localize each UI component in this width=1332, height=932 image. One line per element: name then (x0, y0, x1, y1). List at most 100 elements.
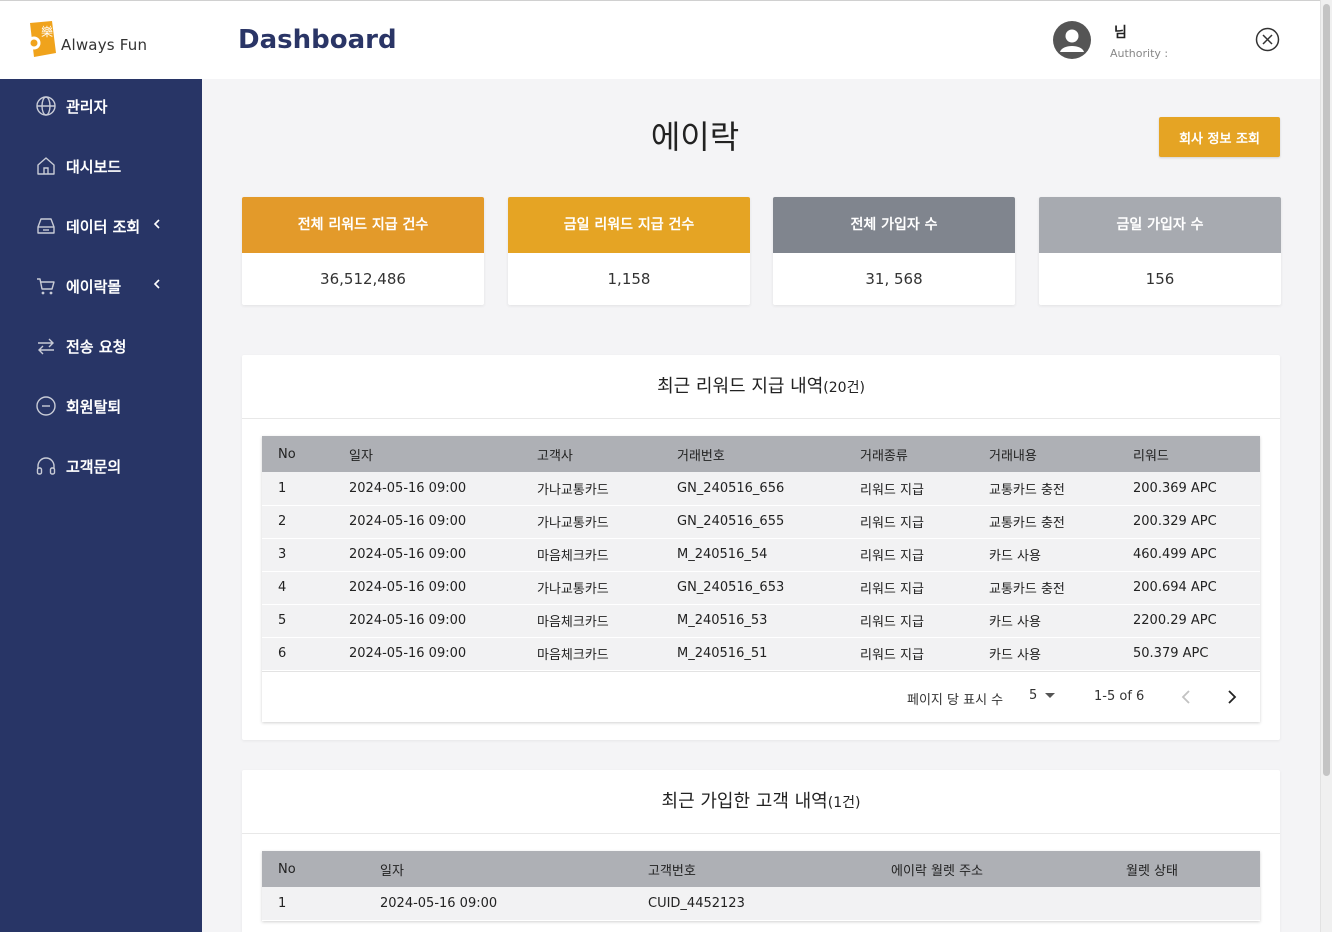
sidebar-item-label: 고객문의 (66, 458, 122, 476)
panel-title-count: (1건) (827, 795, 861, 811)
sidebar-item-inquiry[interactable]: 고객문의 (0, 445, 202, 485)
table-row[interactable]: 1 2024-05-16 09:00 가나교통카드 GN_240516_656 … (262, 472, 1260, 506)
next-page-button[interactable] (1223, 687, 1241, 707)
column-header[interactable]: 리워드 (1117, 436, 1260, 472)
table-cell: GN_240516_655 (661, 505, 844, 539)
table-cell: M_240516_51 (661, 637, 844, 671)
table-cell: 200.694 APC (1117, 571, 1260, 605)
table-cell: 가나교통카드 (521, 472, 661, 506)
table-cell: 교통카드 충전 (973, 571, 1117, 605)
table-cell: 교통카드 충전 (973, 472, 1117, 506)
panel-title-count: (20건) (823, 380, 865, 396)
column-header[interactable]: No (262, 436, 333, 472)
top-header: 樂 Always Fun Dashboard 님 Authority : (0, 0, 1320, 79)
table-cell: 6 (262, 637, 333, 671)
column-header[interactable]: 고객사 (521, 436, 661, 472)
user-authority: Authority : (1110, 47, 1169, 60)
sidebar-item-data-lookup[interactable]: 데이터 조회 (0, 205, 202, 245)
table-cell: GN_240516_656 (661, 472, 844, 506)
sidebar-item-label: 데이터 조회 (66, 218, 141, 236)
table-cell: 리워드 지급 (844, 538, 973, 572)
table-row[interactable]: 1 2024-05-16 09:00 CUID_4452123 (262, 887, 1260, 921)
table-cell: GN_240516_653 (661, 571, 844, 605)
table-cell: 마음체크카드 (521, 604, 661, 638)
table-cell (875, 887, 1110, 921)
stat-card-total-rewards: 전체 리워드 지급 건수 36,512,486 (242, 197, 484, 305)
sidebar-item-transfer[interactable]: 전송 요청 (0, 325, 202, 365)
column-header[interactable]: 에이락 월렛 주소 (875, 851, 1110, 887)
table-cell: 리워드 지급 (844, 505, 973, 539)
table-cell: 1 (262, 887, 364, 921)
table-row[interactable]: 4 2024-05-16 09:00 가나교통카드 GN_240516_653 … (262, 571, 1260, 605)
previous-page-button[interactable] (1177, 687, 1195, 707)
table-cell: 50.379 APC (1117, 637, 1260, 671)
table-cell: 2024-05-16 09:00 (333, 538, 521, 572)
sidebar-item-label: 대시보드 (66, 158, 122, 176)
table-cell: 2024-05-16 09:00 (364, 887, 632, 921)
column-header[interactable]: 월렛 상태 (1110, 851, 1260, 887)
sidebar-item-admin[interactable]: 관리자 (0, 85, 202, 125)
caret-down-icon (1045, 693, 1056, 698)
column-header[interactable]: 고객번호 (632, 851, 875, 887)
table-row[interactable]: 5 2024-05-16 09:00 마음체크카드 M_240516_53 리워… (262, 604, 1260, 638)
sidebar-item-withdraw[interactable]: 회원탈퇴 (0, 385, 202, 425)
logo-glyph: 樂 (41, 24, 53, 39)
table-cell: 2 (262, 505, 333, 539)
user-icon (1060, 29, 1084, 52)
logo-mark-icon: 樂 (26, 21, 58, 59)
table-header-row: No 일자 고객사 거래번호 거래종류 거래내용 리워드 (262, 436, 1260, 472)
table-header-row: No 일자 고객번호 에이락 월렛 주소 월렛 상태 (262, 851, 1260, 887)
table-cell: 가나교통카드 (521, 505, 661, 539)
column-header[interactable]: No (262, 851, 364, 887)
column-header[interactable]: 일자 (364, 851, 632, 887)
pagination-range: 1-5 of 6 (1094, 688, 1145, 704)
sidebar-item-dashboard[interactable]: 대시보드 (0, 145, 202, 185)
sidebar-item-label: 에이락몰 (66, 278, 122, 296)
company-info-button[interactable]: 회사 정보 조회 (1159, 117, 1280, 157)
recent-rewards-title: 최근 리워드 지급 내역(20건) (242, 355, 1280, 419)
column-header[interactable]: 일자 (333, 436, 521, 472)
page-title: Dashboard (238, 25, 397, 55)
rows-per-page-value: 5 (1029, 687, 1038, 703)
table-cell: M_240516_53 (661, 604, 844, 638)
table-cell: 2024-05-16 09:00 (333, 472, 521, 506)
table-cell: 2024-05-16 09:00 (333, 571, 521, 605)
table-cell: 2024-05-16 09:00 (333, 637, 521, 671)
stat-card-today-rewards: 금일 리워드 지급 건수 1,158 (508, 197, 750, 305)
stat-value: 36,512,486 (320, 270, 406, 288)
table-row[interactable]: 6 2024-05-16 09:00 마음체크카드 M_240516_51 리워… (262, 637, 1260, 671)
sidebar-item-mall[interactable]: 에이락몰 (0, 265, 202, 305)
table-cell: 200.329 APC (1117, 505, 1260, 539)
sidebar-item-label: 전송 요청 (66, 338, 127, 356)
stat-label: 전체 리워드 지급 건수 (242, 197, 484, 253)
column-header[interactable]: 거래종류 (844, 436, 973, 472)
rewards-table: No 일자 고객사 거래번호 거래종류 거래내용 리워드 1 2024-05-1… (262, 436, 1260, 671)
column-header[interactable]: 거래내용 (973, 436, 1117, 472)
chevron-left-icon (153, 219, 160, 229)
recent-signups-panel: 최근 가입한 고객 내역(1건) No 일자 고객번호 에이락 월렛 주소 월렛… (242, 770, 1280, 932)
user-avatar[interactable] (1053, 21, 1091, 59)
table-cell: 가나교통카드 (521, 571, 661, 605)
stat-value: 156 (1145, 270, 1175, 288)
rows-per-page-select[interactable]: 5 (1029, 688, 1057, 703)
table-cell (1110, 887, 1260, 921)
always-fun-logo[interactable]: 樂 Always Fun (26, 19, 166, 61)
recent-signups-title: 최근 가입한 고객 내역(1건) (242, 770, 1280, 834)
rows-per-page-label: 페이지 당 표시 수 (907, 692, 1004, 708)
table-cell: 2200.29 APC (1117, 604, 1260, 638)
signups-table: No 일자 고객번호 에이락 월렛 주소 월렛 상태 1 2024-05-16 … (262, 851, 1260, 921)
table-cell: 마음체크카드 (521, 538, 661, 572)
stat-label: 금일 리워드 지급 건수 (508, 197, 750, 253)
table-row[interactable]: 2 2024-05-16 09:00 가나교통카드 GN_240516_655 … (262, 505, 1260, 539)
signups-table-container: No 일자 고객번호 에이락 월렛 주소 월렛 상태 1 2024-05-16 … (262, 851, 1260, 921)
page-scrollbar-thumb[interactable] (1323, 4, 1330, 776)
panel-title-text: 최근 리워드 지급 내역 (657, 376, 824, 397)
sidebar-item-label: 관리자 (66, 98, 108, 116)
stat-label: 전체 가입자 수 (773, 197, 1015, 253)
close-circle-icon (1255, 27, 1280, 52)
column-header[interactable]: 거래번호 (661, 436, 844, 472)
table-cell: 460.499 APC (1117, 538, 1260, 572)
table-cell: 4 (262, 571, 333, 605)
close-button[interactable] (1255, 27, 1280, 52)
table-row[interactable]: 3 2024-05-16 09:00 마음체크카드 M_240516_54 리워… (262, 538, 1260, 572)
